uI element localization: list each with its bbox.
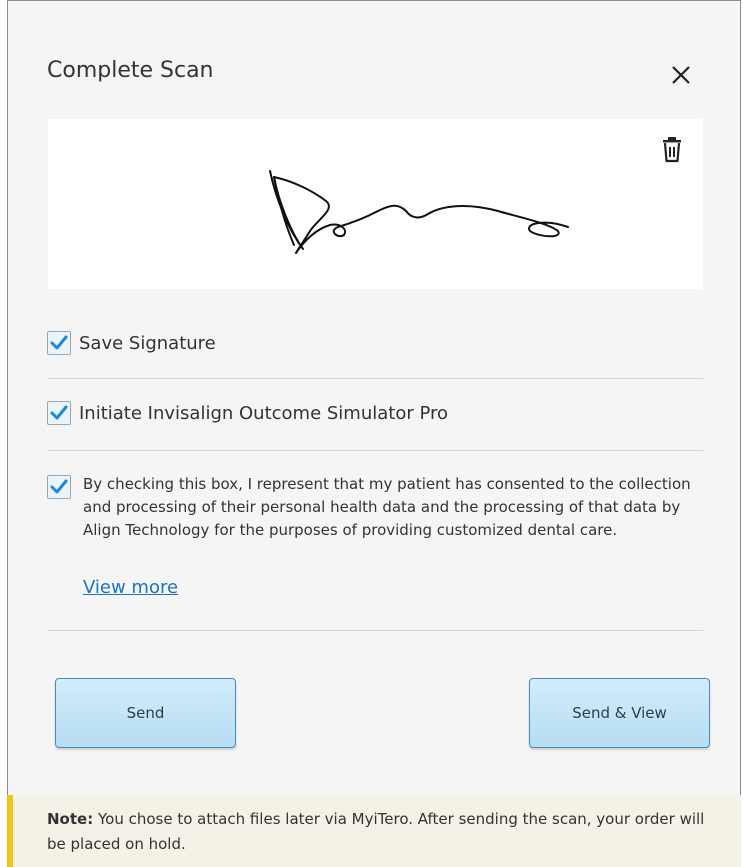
consent-checkbox[interactable] [47, 475, 71, 499]
initiate-simulator-checkbox[interactable] [47, 401, 71, 425]
save-signature-option[interactable]: Save Signature [47, 331, 216, 355]
note-banner: Note: You chose to attach files later vi… [7, 795, 741, 867]
dialog-title: Complete Scan [47, 58, 214, 83]
checkmark-icon [50, 335, 68, 350]
checkmark-icon [50, 405, 68, 420]
note-label: Note: [47, 810, 94, 828]
divider [47, 450, 703, 451]
consent-text: By checking this box, I represent that m… [83, 475, 691, 539]
signature-drawing [269, 170, 569, 254]
initiate-simulator-option[interactable]: Initiate Invisalign Outcome Simulator Pr… [47, 401, 448, 425]
send-button[interactable]: Send [55, 678, 236, 748]
initiate-simulator-label: Initiate Invisalign Outcome Simulator Pr… [79, 402, 449, 424]
save-signature-label: Save Signature [79, 332, 216, 354]
divider [47, 378, 703, 379]
close-icon[interactable] [668, 62, 694, 88]
save-signature-checkbox[interactable] [47, 331, 71, 355]
view-more-link[interactable]: View more [83, 577, 178, 598]
divider [47, 630, 703, 631]
trash-icon[interactable] [660, 136, 684, 164]
signature-pad[interactable] [48, 119, 703, 289]
consent-option[interactable]: By checking this box, I represent that m… [47, 473, 707, 542]
send-and-view-button[interactable]: Send & View [529, 678, 710, 748]
note-text: You chose to attach files later via MyiT… [47, 810, 705, 853]
checkmark-icon [50, 479, 68, 494]
